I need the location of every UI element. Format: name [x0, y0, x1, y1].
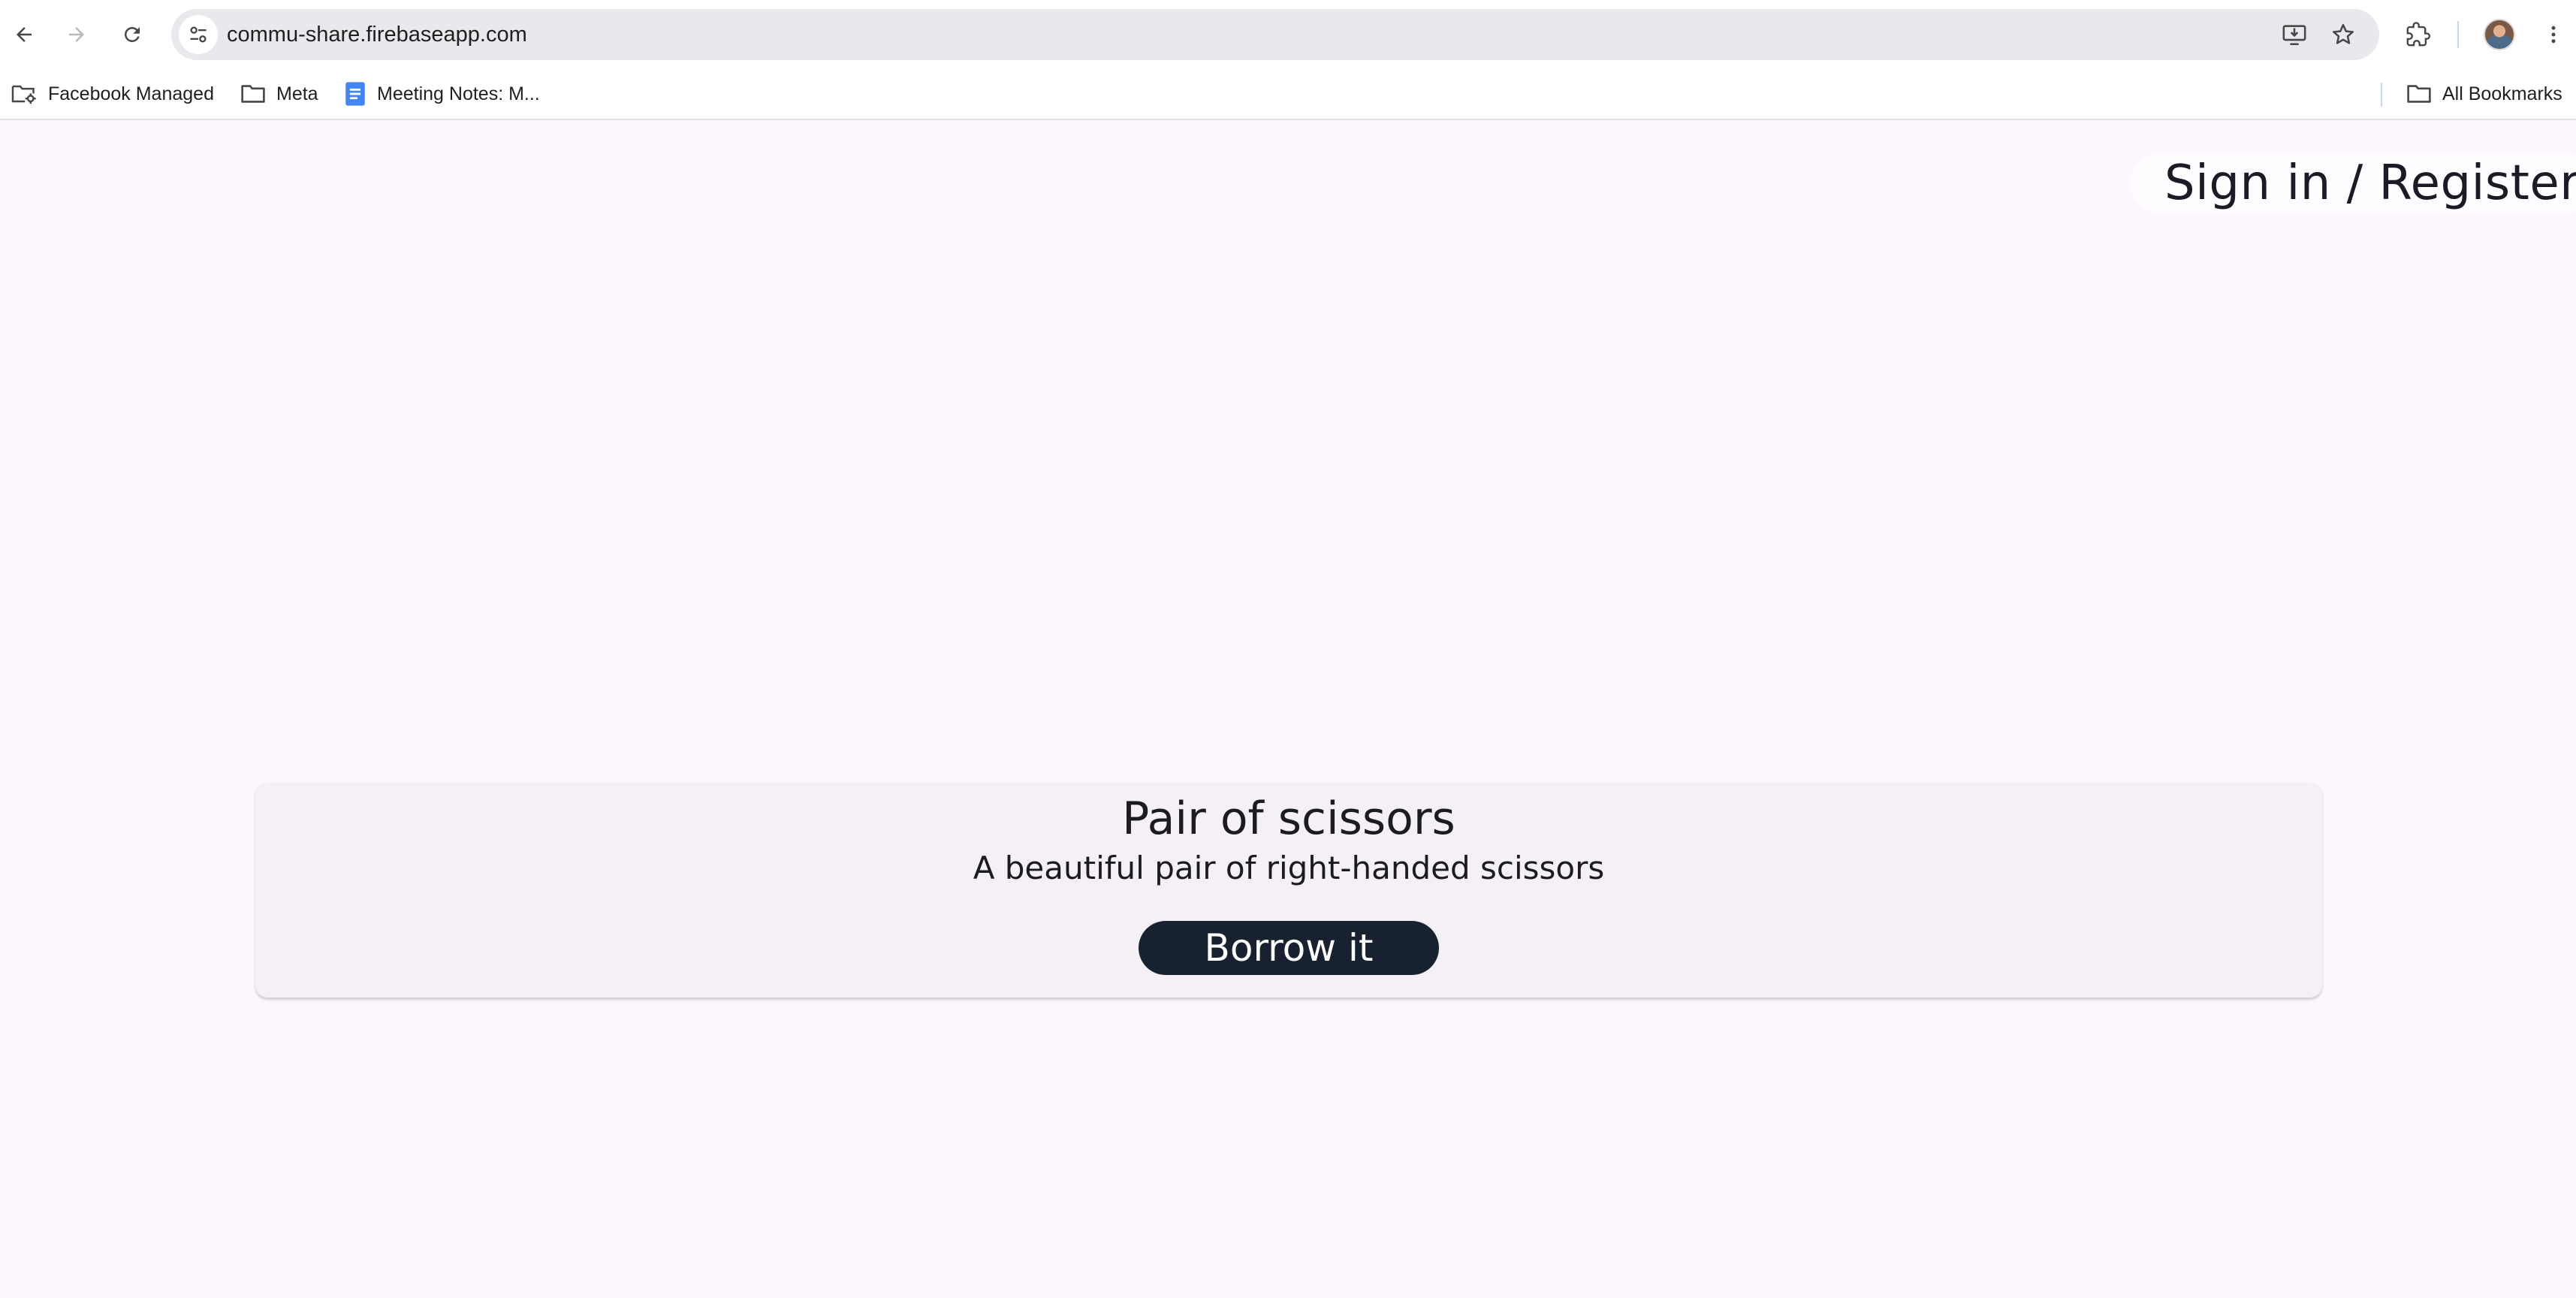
site-info-button[interactable] — [179, 15, 218, 54]
reload-button[interactable] — [113, 15, 152, 54]
bookmark-label: Facebook Managed — [48, 83, 214, 104]
page-content: Sign in / Register Pair of scissors A be… — [0, 120, 2576, 1298]
puzzle-piece-icon — [2406, 22, 2431, 47]
forward-button[interactable] — [57, 15, 96, 54]
forward-arrow-icon — [69, 27, 84, 42]
all-bookmarks-label: All Bookmarks — [2442, 83, 2562, 104]
folder-icon — [241, 85, 265, 103]
profile-avatar[interactable] — [2484, 19, 2515, 50]
extensions-button[interactable] — [2399, 15, 2438, 54]
folder-icon — [2407, 85, 2431, 103]
tune-icon — [190, 26, 207, 43]
item-card: Pair of scissors A beautiful pair of rig… — [255, 783, 2322, 998]
back-arrow-icon — [17, 27, 32, 42]
google-docs-icon — [345, 82, 365, 106]
install-desktop-icon — [2282, 25, 2306, 46]
toolbar-divider — [2457, 21, 2459, 48]
bookmark-meta[interactable]: Meta — [240, 69, 318, 119]
bookmark-facebook-managed[interactable]: Facebook Managed — [11, 69, 214, 119]
managed-folder-icon — [11, 85, 36, 104]
bookmarks-divider — [2381, 83, 2382, 107]
item-title: Pair of scissors — [1122, 792, 1455, 845]
sign-in-register-button[interactable]: Sign in / Register — [2130, 153, 2576, 213]
browser-toolbar: commu-share.firebaseapp.com — [0, 0, 2576, 69]
star-icon — [2332, 23, 2354, 44]
reload-icon — [124, 26, 140, 42]
all-bookmarks-button[interactable]: All Bookmarks — [2406, 69, 2562, 119]
item-description: A beautiful pair of right-handed scissor… — [973, 850, 1605, 886]
back-button[interactable] — [5, 15, 44, 54]
bookmark-label: Meeting Notes: M... — [377, 83, 540, 104]
url-text[interactable]: commu-share.firebaseapp.com — [227, 9, 527, 60]
bookmark-meeting-notes[interactable]: Meeting Notes: M... — [344, 69, 540, 119]
install-app-button[interactable] — [2276, 17, 2312, 53]
browser-menu-button[interactable] — [2534, 15, 2573, 54]
more-vert-icon — [2551, 26, 2556, 44]
bookmark-label: Meta — [276, 83, 318, 104]
bookmark-star-button[interactable] — [2325, 17, 2361, 53]
borrow-button[interactable]: Borrow it — [1139, 921, 1439, 975]
bookmarks-bar: Facebook Managed Meta Meeting Notes: M..… — [0, 69, 2576, 120]
address-bar[interactable]: commu-share.firebaseapp.com — [171, 9, 2379, 60]
